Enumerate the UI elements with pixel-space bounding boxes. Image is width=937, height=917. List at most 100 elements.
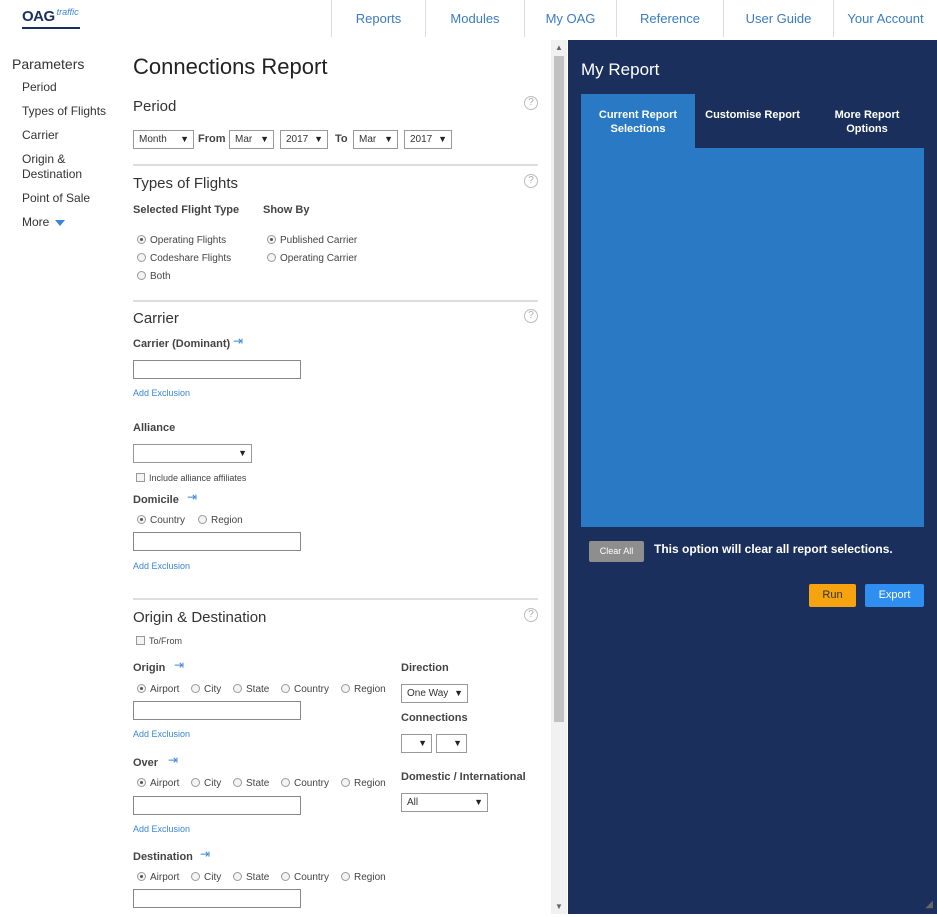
radio-domicile-region[interactable]: Region [198, 515, 243, 526]
form-scrollbar[interactable]: ▲ ▼ [551, 40, 567, 914]
nav-modules[interactable]: Modules [425, 0, 524, 37]
radio-label: State [246, 684, 270, 695]
radio-codeshare-flights[interactable]: Codeshare Flights [137, 253, 231, 264]
origin-add-exclusion-link[interactable]: Add Exclusion [133, 729, 190, 739]
radio-label: Region [354, 872, 386, 883]
help-icon[interactable]: ? [524, 309, 538, 323]
exclusion-icon[interactable]: ⇥ [200, 847, 210, 861]
nav-my-oag[interactable]: My OAG [524, 0, 616, 37]
help-icon[interactable]: ? [524, 608, 538, 622]
destination-label: Destination [133, 851, 193, 863]
radio-dot-icon [281, 684, 290, 693]
radio-label: State [246, 872, 270, 883]
radio-published-carrier[interactable]: Published Carrier [267, 235, 357, 246]
nav-your-account[interactable]: Your Account [833, 0, 937, 37]
radio-dot-icon [341, 684, 350, 693]
param-carrier[interactable]: Carrier [22, 128, 122, 143]
over-radio-region[interactable]: Region [341, 778, 386, 789]
over-add-exclusion-link[interactable]: Add Exclusion [133, 824, 190, 834]
param-more[interactable]: More [22, 215, 122, 230]
oag-traffic-logo[interactable]: OAG traffic [22, 7, 80, 30]
tab-current-selections[interactable]: Current Report Selections [581, 94, 695, 148]
exclusion-icon[interactable]: ⇥ [168, 753, 178, 767]
exclusion-icon[interactable]: ⇥ [187, 490, 197, 504]
dropdown-arrow-icon: ▼ [238, 448, 247, 458]
param-origin-destination[interactable]: Origin & Destination [22, 152, 122, 182]
period-granularity-select[interactable]: Month ▼ [133, 130, 194, 149]
radio-dot-icon [233, 778, 242, 787]
destination-radio-airport[interactable]: Airport [137, 872, 179, 883]
over-radio-country[interactable]: Country [281, 778, 329, 789]
direction-value: One Way [407, 688, 449, 699]
exclusion-icon[interactable]: ⇥ [174, 658, 184, 672]
tofrom-checkbox[interactable]: To/From [136, 636, 182, 646]
carrier-add-exclusion-link[interactable]: Add Exclusion [133, 388, 190, 398]
radio-dot-icon [267, 235, 276, 244]
over-radio-state[interactable]: State [233, 778, 269, 789]
parameters-sidebar: Parameters Period Types of Flights Carri… [12, 56, 122, 239]
run-button[interactable]: Run [809, 584, 856, 607]
param-point-of-sale[interactable]: Point of Sale [22, 191, 122, 206]
page-title: Connections Report [133, 54, 328, 79]
radio-dot-icon [137, 253, 146, 262]
to-label: To [335, 133, 348, 145]
scroll-thumb[interactable] [554, 56, 564, 722]
report-tabs: Current Report Selections Customise Repo… [581, 94, 924, 148]
destination-radio-country[interactable]: Country [281, 872, 329, 883]
over-input[interactable] [133, 796, 301, 815]
to-month-select[interactable]: Mar ▼ [353, 130, 398, 149]
origin-input[interactable] [133, 701, 301, 720]
origin-radio-country[interactable]: Country [281, 684, 329, 695]
scroll-down-icon[interactable]: ▼ [555, 902, 563, 911]
origin-radio-airport[interactable]: Airport [137, 684, 179, 695]
help-icon[interactable]: ? [524, 96, 538, 110]
resize-handle-icon[interactable]: ◢ [925, 899, 933, 910]
nav-reference[interactable]: Reference [616, 0, 723, 37]
radio-dot-icon [191, 684, 200, 693]
from-year-select[interactable]: 2017 ▼ [280, 130, 328, 149]
carrier-input[interactable] [133, 360, 301, 379]
divider [133, 300, 538, 302]
connections-max-select[interactable]: ▼ [436, 734, 467, 753]
to-year-select[interactable]: 2017 ▼ [404, 130, 452, 149]
exclusion-icon[interactable]: ⇥ [233, 334, 243, 348]
radio-dot-icon [191, 778, 200, 787]
clear-all-button[interactable]: Clear All [589, 541, 644, 562]
origin-radio-region[interactable]: Region [341, 684, 386, 695]
domicile-add-exclusion-link[interactable]: Add Exclusion [133, 561, 190, 571]
radio-both[interactable]: Both [137, 271, 171, 282]
tab-customise-report[interactable]: Customise Report [695, 94, 810, 148]
domicile-input[interactable] [133, 532, 301, 551]
param-period[interactable]: Period [22, 80, 122, 95]
dropdown-arrow-icon: ▼ [180, 134, 189, 144]
dropdown-arrow-icon: ▼ [260, 134, 269, 144]
domestic-international-select[interactable]: All ▼ [401, 793, 488, 812]
export-button[interactable]: Export [865, 584, 924, 607]
radio-operating-carrier[interactable]: Operating Carrier [267, 253, 357, 264]
scroll-up-icon[interactable]: ▲ [555, 43, 563, 52]
help-icon[interactable]: ? [524, 174, 538, 188]
include-affiliates-checkbox[interactable]: Include alliance affiliates [136, 473, 246, 483]
radio-operating-flights[interactable]: Operating Flights [137, 235, 226, 246]
radio-label: Operating Flights [150, 235, 227, 246]
radio-label: Region [354, 778, 386, 789]
origin-radio-city[interactable]: City [191, 684, 221, 695]
connections-min-select[interactable]: ▼ [401, 734, 432, 753]
over-radio-airport[interactable]: Airport [137, 778, 179, 789]
radio-domicile-country[interactable]: Country [137, 515, 185, 526]
destination-radio-region[interactable]: Region [341, 872, 386, 883]
destination-input[interactable] [133, 889, 301, 908]
show-by-label: Show By [263, 204, 310, 216]
direction-select[interactable]: One Way ▼ [401, 684, 468, 703]
over-radio-city[interactable]: City [191, 778, 221, 789]
param-types-of-flights[interactable]: Types of Flights [22, 104, 122, 119]
alliance-select[interactable]: ▼ [133, 444, 252, 463]
destination-radio-city[interactable]: City [191, 872, 221, 883]
from-month-select[interactable]: Mar ▼ [229, 130, 274, 149]
radio-dot-icon [281, 778, 290, 787]
destination-radio-state[interactable]: State [233, 872, 269, 883]
nav-reports[interactable]: Reports [331, 0, 425, 37]
origin-radio-state[interactable]: State [233, 684, 269, 695]
nav-user-guide[interactable]: User Guide [723, 0, 833, 37]
tab-more-report-options[interactable]: More Report Options [810, 94, 924, 148]
